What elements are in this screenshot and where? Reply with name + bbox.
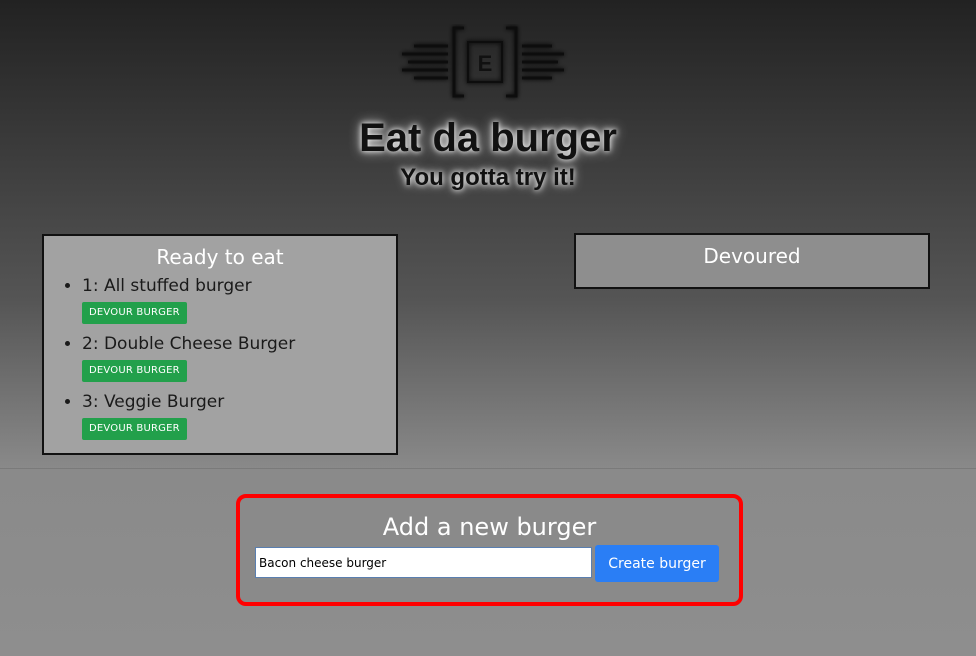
- list-item: 3: Veggie Burger DEVOUR BURGER: [82, 390, 396, 440]
- list-item: 2: Double Cheese Burger DEVOUR BURGER: [82, 332, 396, 382]
- logo-letter: E: [478, 51, 493, 76]
- add-burger-form: Add a new burger Create burger: [236, 494, 743, 606]
- burger-name: 2: Double Cheese Burger: [82, 334, 296, 354]
- site-subtitle: You gotta try it!: [400, 164, 576, 191]
- devoured-panel: Devoured: [574, 233, 930, 289]
- devour-burger-button[interactable]: DEVOUR BURGER: [82, 418, 187, 440]
- site-title: Eat da burger: [359, 116, 617, 160]
- ready-to-eat-panel: Ready to eat 1: All stuffed burger DEVOU…: [42, 234, 398, 455]
- burger-name-input[interactable]: [255, 547, 592, 578]
- burger-name: 1: All stuffed burger: [82, 276, 252, 296]
- create-burger-button[interactable]: Create burger: [595, 545, 719, 582]
- ready-panel-title: Ready to eat: [156, 245, 284, 269]
- section-divider: [0, 468, 976, 469]
- add-burger-title: Add a new burger: [382, 513, 597, 541]
- e-logo-icon: E: [402, 26, 564, 98]
- devour-burger-button[interactable]: DEVOUR BURGER: [82, 302, 187, 324]
- ready-burger-list: 1: All stuffed burger DEVOUR BURGER 2: D…: [44, 274, 396, 440]
- devoured-panel-title: Devoured: [703, 244, 801, 268]
- devour-burger-button[interactable]: DEVOUR BURGER: [82, 360, 187, 382]
- list-item: 1: All stuffed burger DEVOUR BURGER: [82, 274, 396, 324]
- burger-name: 3: Veggie Burger: [82, 392, 225, 412]
